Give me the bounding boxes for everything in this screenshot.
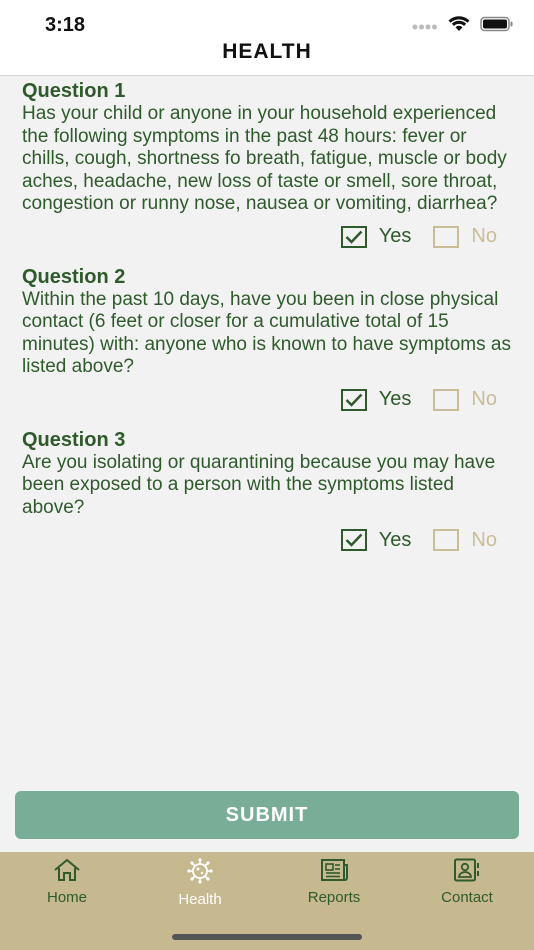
yes-label: Yes [378,225,412,247]
contact-icon [454,858,479,882]
question-label: Question 2 [22,265,126,288]
answer-options: Yes No [22,385,512,415]
tab-health[interactable]: Health [145,858,255,908]
no-option[interactable]: No [433,529,497,552]
newspaper-icon [321,859,348,881]
no-checkbox[interactable] [433,225,460,248]
no-checkbox[interactable] [433,529,460,551]
no-label: No [471,225,497,247]
tab-bar: Home Health Reports Contact [0,852,534,950]
yes-option[interactable]: Yes [340,225,412,248]
question-1: Question 1 Has your child or anyone in y… [22,80,512,252]
checkmark-icon [345,393,363,407]
question-text: Has your child or anyone in your househo… [22,103,507,214]
no-label: No [471,528,497,551]
no-option[interactable]: No [433,225,497,248]
yes-checkbox[interactable] [340,225,367,248]
no-option[interactable]: No [433,388,497,411]
wifi-icon [448,16,470,37]
battery-icon [480,16,514,37]
question-text: Are you isolating or quarantining becaus… [22,451,496,518]
questionnaire: Question 1 Has your child or anyone in y… [22,80,512,569]
question-label: Question 1 [22,80,126,102]
answer-options: Yes No [22,525,512,555]
no-checkbox[interactable] [433,388,460,411]
tab-label: Reports [307,889,361,906]
tab-reports[interactable]: Reports [279,858,389,906]
yes-label: Yes [378,388,412,410]
no-label: No [471,388,497,410]
page-title: HEALTH [222,40,312,63]
question-2: Question 2 Within the past 10 days, have… [22,266,512,415]
yes-label: Yes [378,528,412,551]
submit-button[interactable]: SUBMIT [15,791,519,839]
status-icons [412,16,514,37]
tab-label: Health [178,891,222,908]
yes-option[interactable]: Yes [340,388,412,411]
cellular-signal-icon [412,18,438,36]
question-text: Within the past 10 days, have you been i… [22,288,511,378]
tab-label: Home [46,889,87,906]
checkmark-icon [345,230,363,244]
virus-icon [187,858,213,884]
checkmark-icon [345,533,363,547]
navigation-bar: HEALTH [0,40,534,76]
status-bar: 3:18 [0,0,534,40]
tab-contact[interactable]: Contact [412,858,522,906]
tab-home[interactable]: Home [12,858,122,906]
question-3: Question 3 Are you isolating or quaranti… [22,429,512,556]
yes-option[interactable]: Yes [340,528,412,552]
question-label: Question 3 [22,428,126,451]
answer-options: Yes No [22,222,512,252]
yes-checkbox[interactable] [340,529,367,551]
home-indicator [172,934,362,940]
home-icon [54,858,80,881]
status-time: 3:18 [45,14,86,36]
yes-checkbox[interactable] [340,388,367,411]
tab-label: Contact [441,889,493,906]
